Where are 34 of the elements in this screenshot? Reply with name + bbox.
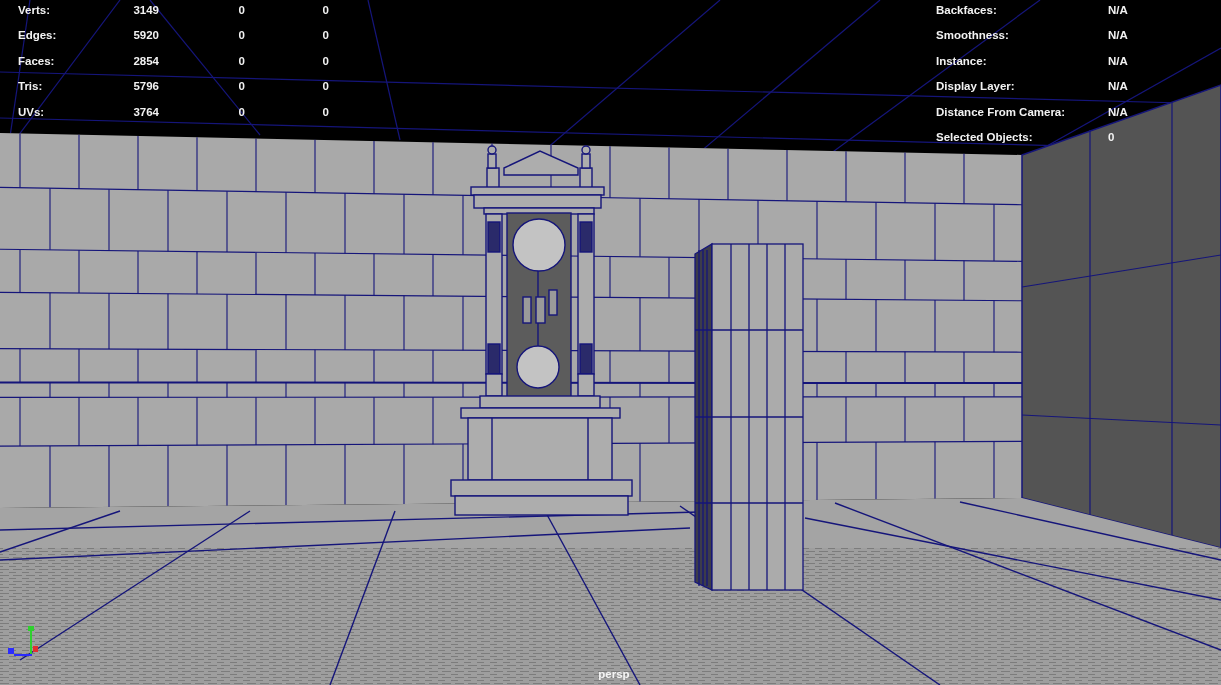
stat-value: N/A — [1108, 3, 1128, 17]
stat-label: Tris: — [18, 79, 44, 94]
stat-label: Display Layer: — [936, 79, 1016, 94]
stat-value: 0 — [321, 53, 329, 68]
stat-value: 5920 — [132, 28, 159, 43]
stat-value: 0 — [237, 28, 245, 43]
stat-value: 0 — [237, 104, 245, 119]
stat-value: 0 — [237, 3, 245, 17]
stat-value: N/A — [1108, 53, 1128, 68]
stat-value: N/A — [1108, 79, 1128, 94]
stat-value: 2854 — [132, 53, 159, 68]
stat-value: N/A — [1108, 28, 1128, 43]
stat-value: 0 — [237, 79, 245, 94]
stat-label: Edges: — [18, 28, 58, 43]
stat-value: N/A — [1108, 104, 1128, 119]
stat-value: 0 — [237, 53, 245, 68]
stat-label: Backfaces: — [936, 3, 998, 17]
stat-value: 3764 — [132, 104, 159, 119]
stat-label: Selected Objects: — [936, 129, 1034, 144]
stat-label: Instance: — [936, 53, 988, 68]
axis-icon — [8, 626, 38, 656]
stat-value: 0 — [321, 79, 329, 94]
stat-value: 0 — [321, 28, 329, 43]
stat-value: 0 — [321, 104, 329, 119]
stat-label: UVs: — [18, 104, 46, 119]
camera-name-label: persp — [598, 667, 630, 681]
stat-value: 0 — [1108, 129, 1116, 144]
stat-label: Verts: — [18, 3, 51, 17]
stat-label: Faces: — [18, 53, 56, 68]
stat-value: 5796 — [132, 79, 159, 94]
stat-label: Smoothness: — [936, 28, 1010, 43]
stat-label: Distance From Camera: — [936, 104, 1067, 119]
stat-value: 3149 — [132, 3, 159, 17]
stat-value: 0 — [321, 3, 329, 17]
